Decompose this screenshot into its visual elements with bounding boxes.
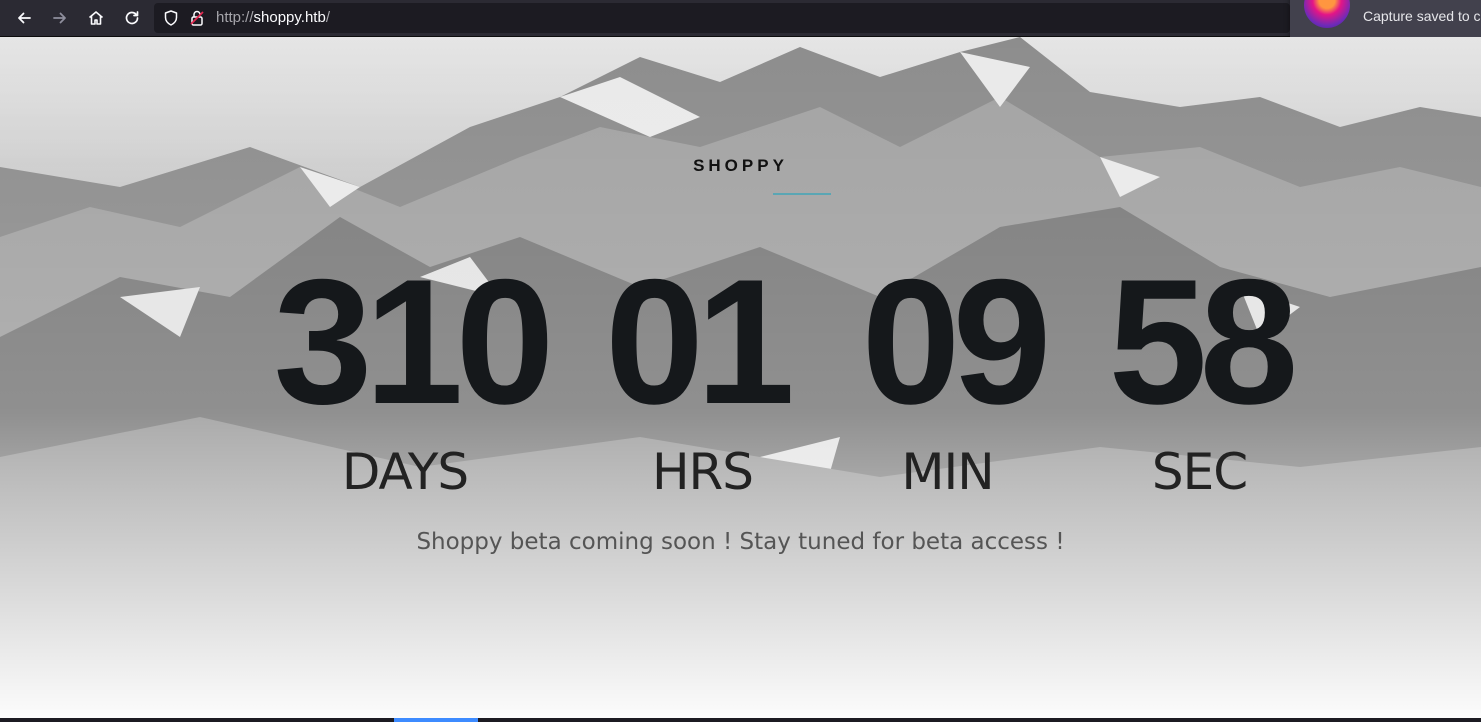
reload-icon <box>125 11 139 25</box>
lock-insecure-icon[interactable] <box>188 9 206 27</box>
countdown-seconds: 58 SEC <box>1102 242 1299 501</box>
countdown-minutes-label: MIN <box>901 443 994 501</box>
notification-text: Capture saved to c <box>1363 8 1481 24</box>
site-brand: SHOPPY <box>693 156 788 175</box>
countdown-seconds-label: SEC <box>1151 443 1248 501</box>
tagline: Shoppy beta coming soon ! Stay tuned for… <box>416 529 1065 555</box>
countdown-days: 310 DAYS <box>265 242 555 501</box>
url-path: / <box>325 9 330 26</box>
back-button[interactable] <box>10 5 38 31</box>
shield-icon[interactable] <box>162 9 180 27</box>
active-indicator <box>394 718 478 722</box>
url-text[interactable]: http://shoppy.htb/ <box>216 3 330 33</box>
countdown-hours-label: HRS <box>651 443 754 501</box>
url-bar[interactable]: http://shoppy.htb/ <box>154 3 1290 33</box>
countdown-minutes-value: 09 <box>861 242 1052 441</box>
countdown-days-label: DAYS <box>341 443 469 501</box>
home-button[interactable] <box>82 5 110 31</box>
brand-underline <box>773 193 831 195</box>
app-logo-icon <box>1304 0 1350 28</box>
countdown-hours-value: 01 <box>605 242 795 441</box>
countdown-minutes: 09 MIN <box>855 242 1052 501</box>
countdown-days-value: 310 <box>273 242 555 441</box>
page-content: SHOPPY 310 DAYS 01 HRS 09 MIN 58 SEC Sho… <box>0 37 1481 718</box>
countdown-hours: 01 HRS <box>605 242 795 501</box>
browser-toolbar: http://shoppy.htb/ <box>0 0 1481 37</box>
url-host: shoppy.htb <box>253 9 326 26</box>
forward-button[interactable] <box>46 5 74 31</box>
forward-icon <box>53 12 66 24</box>
countdown-seconds-value: 58 <box>1108 242 1299 441</box>
reload-button[interactable] <box>118 5 146 31</box>
status-strip <box>0 718 1481 722</box>
back-icon <box>18 12 31 24</box>
url-scheme: http:// <box>216 9 254 26</box>
home-icon <box>88 11 104 25</box>
